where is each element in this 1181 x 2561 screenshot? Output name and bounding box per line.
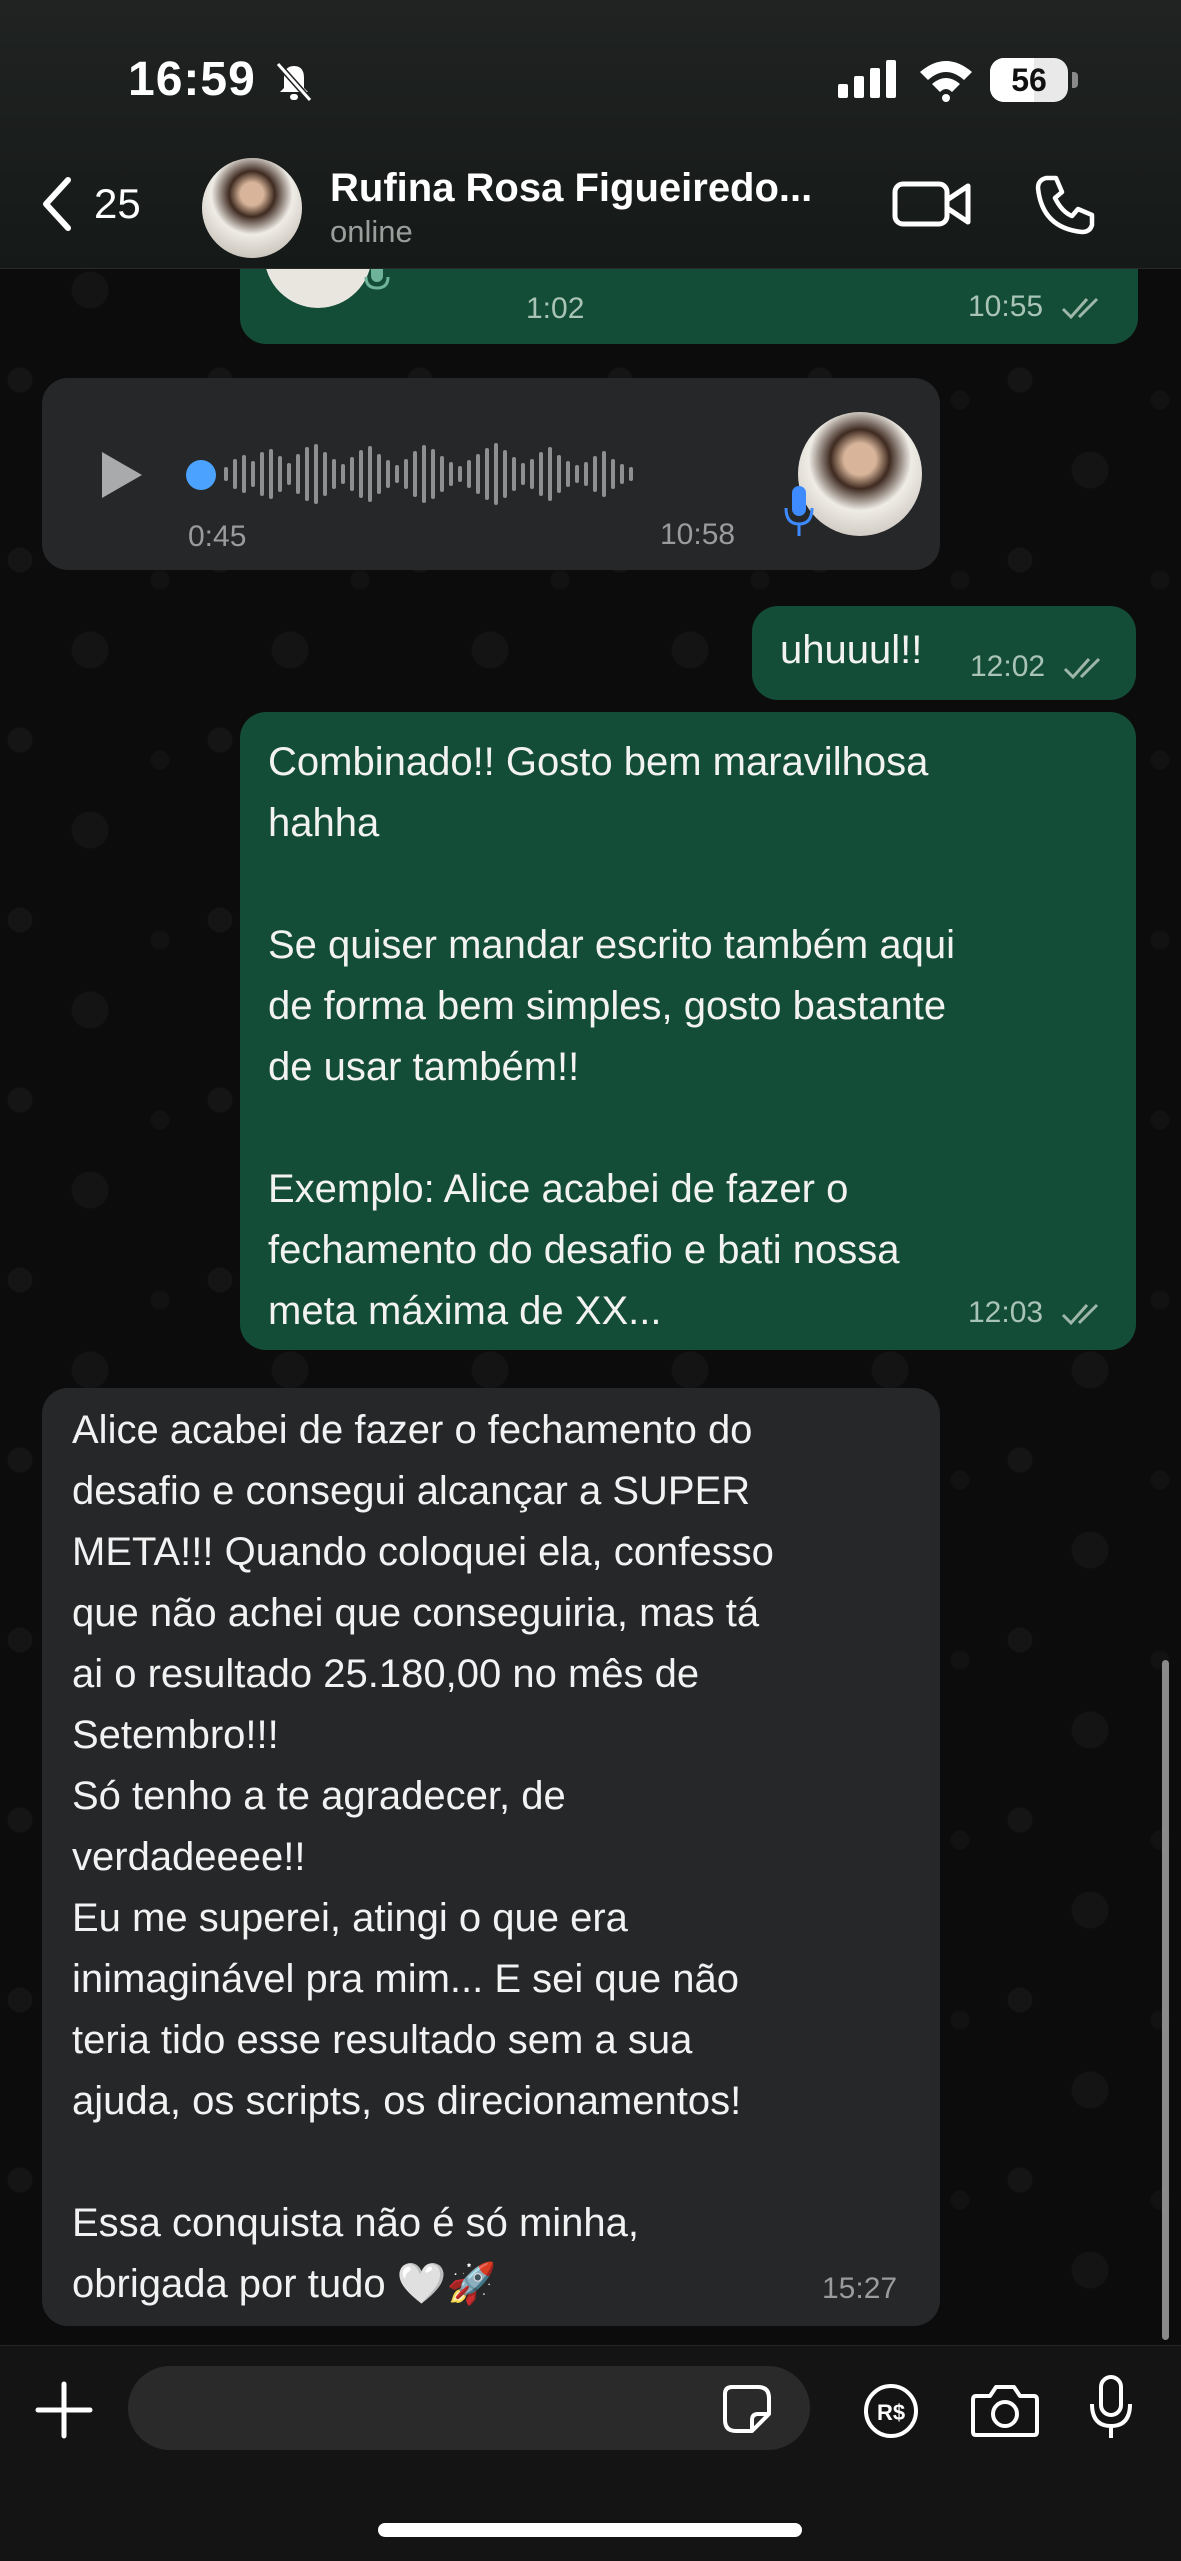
waveform-bar: [485, 448, 489, 500]
camera-icon[interactable]: [970, 2382, 1040, 2438]
battery-icon: 56: [990, 58, 1078, 104]
waveform-bar: [503, 450, 507, 498]
message-timestamp: 10:55: [968, 290, 1107, 324]
play-icon[interactable]: [100, 450, 144, 500]
bell-slash-icon: [275, 62, 313, 102]
message-text: uhuuul!!: [780, 628, 923, 672]
message-audio-incoming[interactable]: 0:45 10:58: [42, 378, 940, 570]
video-camera-icon[interactable]: [892, 174, 972, 234]
sticker-icon[interactable]: [722, 2384, 772, 2434]
audio-duration: 0:45: [188, 520, 247, 553]
contact-status: online: [330, 214, 413, 249]
audio-progress-dot[interactable]: [186, 460, 216, 490]
read-ticks-icon: [1062, 298, 1099, 320]
waveform-bar: [269, 449, 273, 499]
message-text-outgoing[interactable]: Combinado!! Gosto bem maravilhosa hahha …: [240, 712, 1136, 1350]
waveform-bar: [431, 449, 435, 499]
message-timestamp: 12:03: [968, 1296, 1107, 1330]
signal-icon: [838, 60, 896, 98]
waveform-bar: [422, 445, 426, 503]
waveform-bar: [323, 452, 327, 496]
waveform-bar: [224, 467, 228, 481]
message-time: 10:55: [968, 290, 1044, 323]
message-time: 12:02: [970, 650, 1046, 683]
waveform-bar: [566, 461, 570, 487]
waveform-bar: [350, 457, 354, 491]
phone-icon[interactable]: [1032, 172, 1098, 238]
waveform-bar: [521, 463, 525, 485]
waveform-bar: [575, 465, 579, 483]
waveform-bar: [539, 452, 543, 496]
payment-icon[interactable]: R$: [862, 2382, 920, 2440]
message-time: 12:03: [968, 1296, 1044, 1329]
waveform-bar: [377, 454, 381, 494]
message-text: Combinado!! Gosto bem maravilhosa hahha …: [268, 740, 955, 1333]
waveform-bar: [476, 454, 480, 494]
message-text-incoming[interactable]: Alice acabei de fazer o fechamento do de…: [42, 1388, 940, 2326]
waveform-bar: [314, 444, 318, 504]
waveform-bar: [620, 464, 624, 484]
message-input[interactable]: [128, 2366, 810, 2450]
contact-name[interactable]: Rufina Rosa Figueiredo...: [330, 166, 812, 211]
read-ticks-icon: [1064, 658, 1101, 680]
message-time: 10:58: [660, 518, 736, 551]
waveform-bar: [593, 456, 597, 492]
chevron-left-icon: [43, 177, 71, 231]
waveform-bar: [557, 455, 561, 493]
waveform-bar: [287, 463, 291, 485]
waveform-bar: [386, 460, 390, 488]
waveform-bar: [629, 467, 633, 481]
back-button[interactable]: 25: [28, 170, 168, 240]
waveform-bar: [584, 462, 588, 486]
waveform-bar: [404, 459, 408, 489]
battery-tip: [1072, 72, 1078, 88]
sender-avatar: [798, 412, 922, 536]
waveform-bar: [341, 464, 345, 484]
waveform-bar: [449, 462, 453, 486]
message-timestamp: 12:02: [970, 650, 1109, 684]
message-text: Alice acabei de fazer o fechamento do de…: [72, 1408, 774, 2306]
waveform-bar: [458, 466, 462, 482]
wifi-icon: [920, 61, 972, 102]
waveform-bar: [296, 454, 300, 494]
battery-percentage: 56: [1011, 62, 1047, 98]
waveform-bar: [332, 459, 336, 489]
read-ticks-icon: [1062, 1304, 1099, 1326]
waveform-bar: [548, 447, 552, 501]
waveform-bar: [512, 457, 516, 491]
waveform-bar: [530, 459, 534, 489]
waveform-bar: [359, 450, 363, 498]
waveform-bar: [413, 451, 417, 497]
plus-icon[interactable]: [32, 2378, 96, 2442]
waveform-bar: [233, 459, 237, 489]
message-time: 15:27: [822, 2272, 898, 2305]
audio-duration: 1:02: [526, 292, 585, 325]
status-time: 16:59: [128, 53, 256, 106]
contact-avatar[interactable]: [202, 158, 302, 258]
audio-waveform[interactable]: [224, 438, 784, 510]
waveform-bar: [611, 459, 615, 489]
waveform-bar: [368, 446, 372, 502]
waveform-bar: [494, 443, 498, 505]
waveform-bar: [395, 465, 399, 483]
message-text-outgoing[interactable]: uhuuul!! 12:02: [752, 606, 1136, 700]
waveform-bar: [602, 451, 606, 497]
waveform-bar: [251, 461, 255, 487]
chat-header: 16:59 56 25 Rufina Rosa Figueiredo... on…: [0, 0, 1181, 269]
home-indicator[interactable]: [378, 2523, 802, 2537]
microphone-icon[interactable]: [1088, 2374, 1134, 2442]
svg-text:R$: R$: [877, 2400, 905, 2425]
waveform-bar: [278, 456, 282, 492]
waveform-bar: [260, 452, 264, 496]
waveform-bar: [305, 447, 309, 501]
waveform-bar: [242, 455, 246, 493]
scrollbar[interactable]: [1162, 1660, 1169, 2340]
waveform-bar: [440, 456, 444, 492]
microphone-icon: [784, 486, 814, 536]
status-bar: 16:59 56: [0, 0, 1181, 150]
unread-count: 25: [94, 180, 141, 227]
waveform-bar: [467, 460, 471, 488]
